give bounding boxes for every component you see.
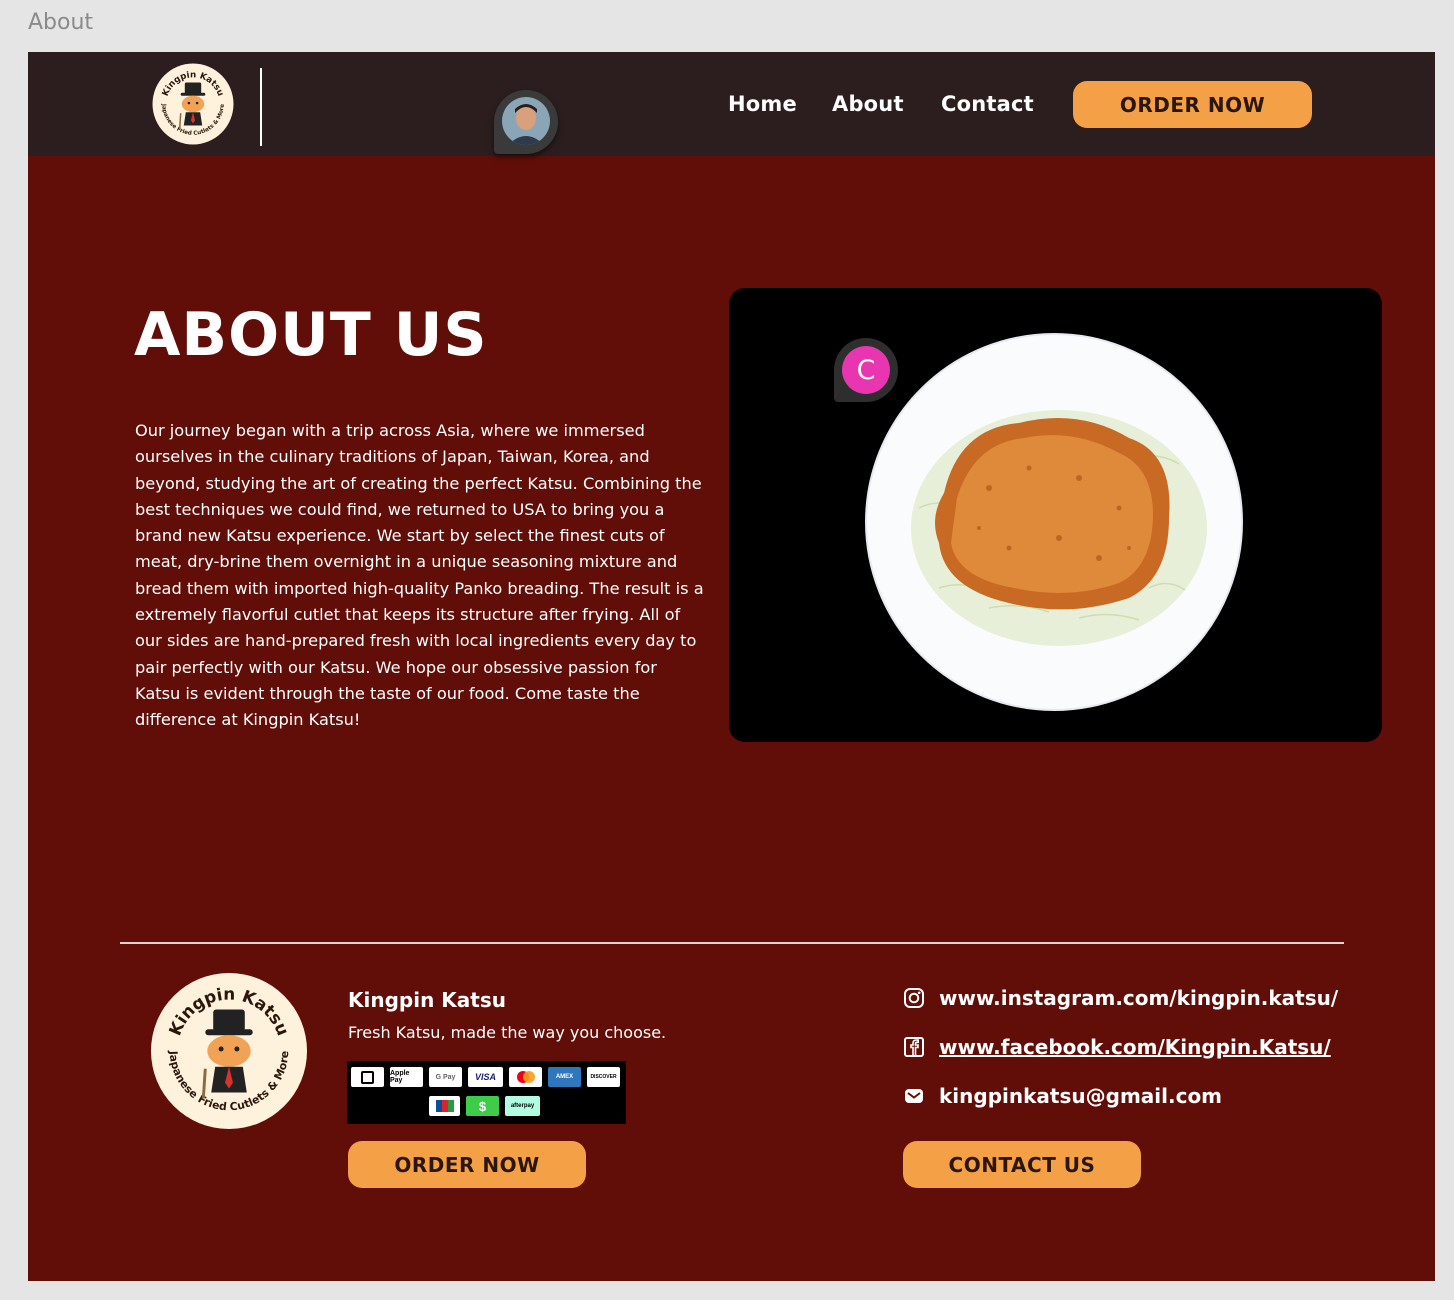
footer-brand: Kingpin Katsu — [348, 988, 506, 1012]
google-pay-icon: G Pay — [429, 1067, 462, 1087]
email-link[interactable]: kingpinkatsu@gmail.com — [903, 1084, 1222, 1108]
instagram-icon — [903, 987, 925, 1009]
page-title: ABOUT US — [134, 300, 488, 370]
facebook-icon — [903, 1036, 925, 1058]
facebook-url[interactable]: www.facebook.com/Kingpin.Katsu/ — [939, 1035, 1331, 1059]
site-header: Kingpin Katsu Japanese Fried Cutlets & M… — [28, 52, 1435, 156]
jcb-icon — [429, 1096, 460, 1116]
comment-avatar: C — [842, 346, 890, 394]
square-pay-icon — [351, 1067, 384, 1087]
amex-icon: AMEX — [548, 1067, 581, 1087]
footer-divider — [120, 942, 1344, 944]
header-divider — [260, 68, 262, 146]
mail-icon — [903, 1085, 925, 1107]
katsu-image — [729, 288, 1382, 742]
facebook-link[interactable]: www.facebook.com/Kingpin.Katsu/ — [903, 1035, 1331, 1059]
mastercard-icon — [509, 1067, 542, 1087]
instagram-url[interactable]: www.instagram.com/kingpin.katsu/ — [939, 986, 1338, 1010]
apple-pay-icon: Apple Pay — [390, 1067, 423, 1087]
nav-home[interactable]: Home — [728, 92, 797, 116]
footer-order-now-button[interactable]: ORDER NOW — [348, 1141, 586, 1188]
email-address[interactable]: kingpinkatsu@gmail.com — [939, 1084, 1222, 1108]
comment-pin[interactable]: C — [834, 338, 898, 402]
nav-about[interactable]: About — [832, 92, 904, 116]
order-now-button[interactable]: ORDER NOW — [1073, 81, 1312, 128]
discover-icon: DISCOVER — [587, 1067, 620, 1087]
contact-us-button[interactable]: CONTACT US — [903, 1141, 1141, 1188]
logo[interactable]: Kingpin Katsu Japanese Fried Cutlets & M… — [152, 63, 234, 145]
frame-label: About — [28, 10, 94, 35]
collaborator-avatar[interactable] — [494, 90, 558, 154]
user-avatar-icon — [502, 97, 550, 145]
payment-methods: Apple Pay G Pay VISA AMEX DISCOVER $ aft… — [347, 1061, 626, 1124]
nav-contact[interactable]: Contact — [941, 92, 1034, 116]
about-paragraph: Our journey began with a trip across Asi… — [135, 421, 704, 730]
afterpay-icon: afterpay — [505, 1096, 540, 1116]
cash-app-icon: $ — [466, 1096, 499, 1116]
visa-icon: VISA — [468, 1067, 503, 1087]
page-frame: Kingpin Katsu Japanese Fried Cutlets & M… — [28, 52, 1435, 1281]
footer-logo: Kingpin Katsu Japanese Fried Cutlets & M… — [150, 972, 308, 1130]
instagram-link[interactable]: www.instagram.com/kingpin.katsu/ — [903, 986, 1338, 1010]
footer-tagline: Fresh Katsu, made the way you choose. — [348, 1023, 667, 1042]
